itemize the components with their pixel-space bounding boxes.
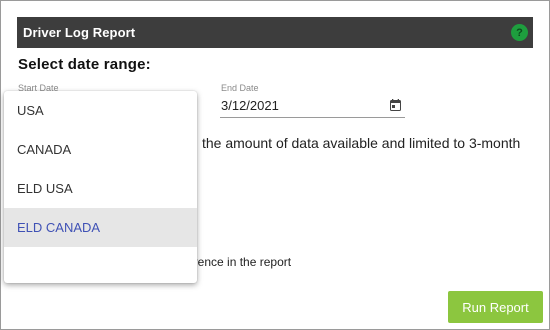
run-report-button[interactable]: Run Report bbox=[448, 291, 543, 323]
title-bar: Driver Log Report ? bbox=[17, 17, 533, 48]
report-dialog: Driver Log Report ? Select date range: S… bbox=[0, 0, 550, 330]
option-eld-canada[interactable]: ELD CANADA bbox=[4, 208, 197, 247]
region-dropdown-menu: USA CANADA ELD USA ELD CANADA bbox=[4, 91, 197, 283]
end-date-label: End Date bbox=[221, 83, 259, 93]
end-date-value: 3/12/2021 bbox=[221, 98, 279, 113]
option-usa[interactable]: USA bbox=[4, 91, 197, 130]
option-canada[interactable]: CANADA bbox=[4, 130, 197, 169]
end-date-input[interactable]: 3/12/2021 bbox=[220, 95, 405, 118]
dialog-title: Driver Log Report bbox=[23, 25, 136, 40]
section-heading: Select date range: bbox=[18, 56, 151, 73]
help-icon[interactable]: ? bbox=[511, 24, 528, 41]
option-eld-usa[interactable]: ELD USA bbox=[4, 169, 197, 208]
calendar-icon[interactable] bbox=[390, 99, 401, 111]
data-range-notice: the amount of data available and limited… bbox=[202, 135, 521, 151]
